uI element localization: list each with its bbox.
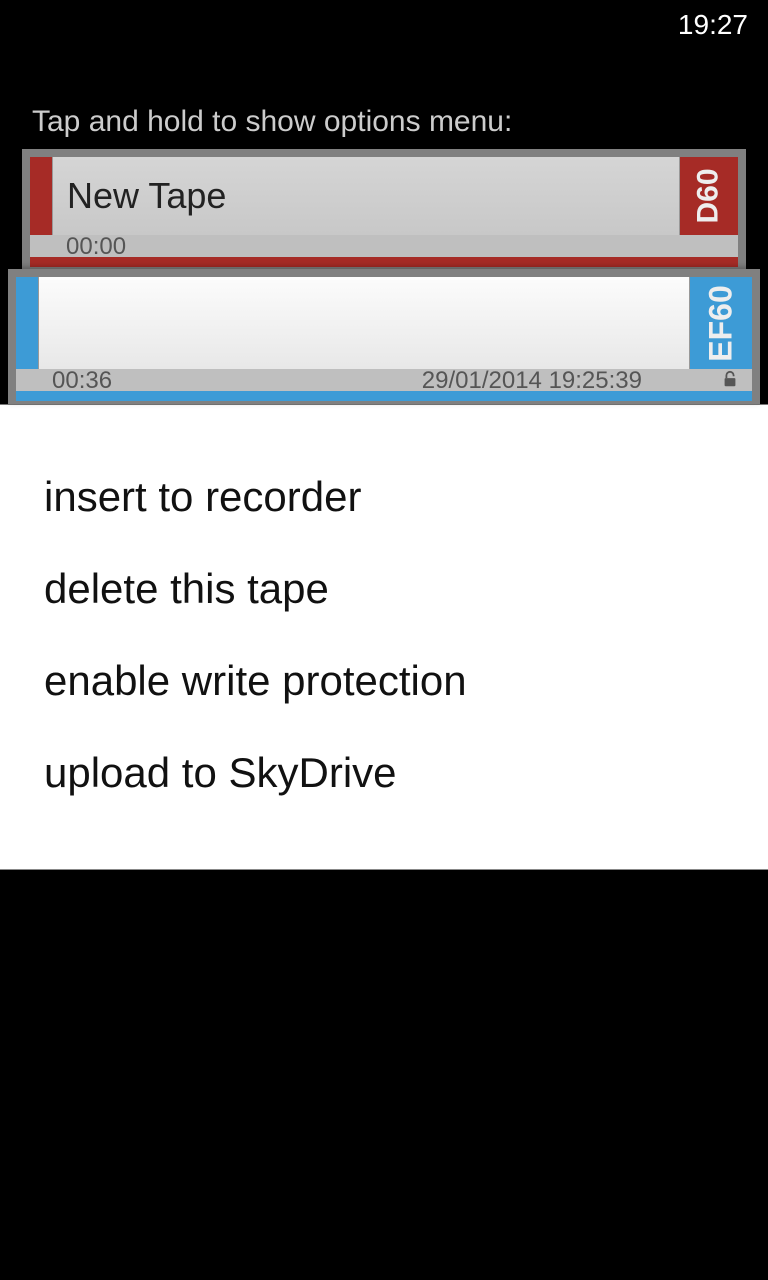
tape-meta: 00:00 <box>30 235 738 267</box>
menu-item-insert-to-recorder[interactable]: insert to recorder <box>44 451 724 543</box>
tape-type-label: EF60 <box>703 285 740 361</box>
menu-item-upload-to-skydrive[interactable]: upload to SkyDrive <box>44 727 724 819</box>
tape-meta: 00:36 29/01/2014 19:25:39 <box>16 369 752 401</box>
tape-duration: 00:36 <box>52 367 112 395</box>
menu-item-enable-write-protection[interactable]: enable write protection <box>44 635 724 727</box>
status-time: 19:27 <box>678 9 748 41</box>
tape-name-label: New Tape <box>52 157 680 235</box>
tape-item-selected[interactable]: EF60 00:36 29/01/2014 19:25:39 <box>0 269 768 404</box>
tape-accent-stripe <box>30 157 52 235</box>
tape-type-badge: EF60 <box>690 277 752 369</box>
tape-type-badge: D60 <box>680 157 738 235</box>
tape-accent-stripe <box>16 277 38 369</box>
instruction-label: Tap and hold to show options menu: <box>0 50 768 149</box>
menu-item-delete-this-tape[interactable]: delete this tape <box>44 543 724 635</box>
unlock-icon <box>722 367 738 395</box>
tape-duration: 00:00 <box>66 233 126 261</box>
tapes-list: New Tape D60 00:00 EF60 00:36 <box>0 149 768 404</box>
tape-datetime: 29/01/2014 19:25:39 <box>422 367 642 395</box>
tape-item[interactable]: New Tape D60 00:00 <box>0 149 768 269</box>
context-menu: insert to recorder delete this tape enab… <box>0 404 768 870</box>
status-bar: 19:27 <box>0 0 768 50</box>
tape-type-label: D60 <box>692 168 726 223</box>
tape-name-label <box>38 277 690 369</box>
